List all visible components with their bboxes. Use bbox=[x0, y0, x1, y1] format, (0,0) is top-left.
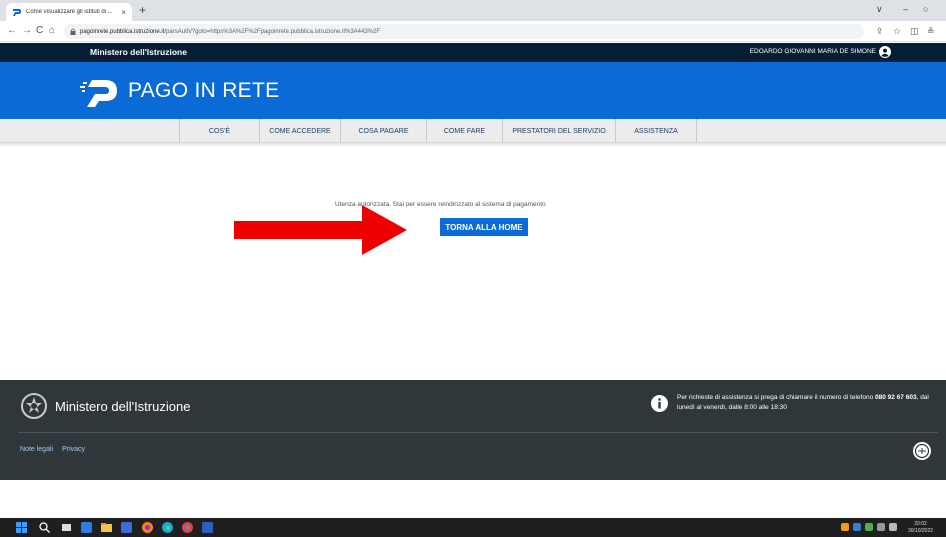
nav-item-come-fare[interactable]: COME FARE bbox=[426, 119, 502, 143]
url-path: /parsAuth/?goto=https%3A%2F%2Fpagoinrete… bbox=[164, 28, 381, 35]
search-icon[interactable] bbox=[39, 522, 50, 533]
word-icon[interactable] bbox=[202, 522, 213, 533]
taskbar-clock[interactable]: 20:02 30/10/2022 bbox=[908, 521, 933, 535]
ministry-top-bar: Ministero dell'Istruzione EDOARDO GIOVAN… bbox=[0, 43, 946, 62]
lock-icon bbox=[70, 28, 76, 35]
browser-toolbar: ← → C ⌂ pagoinrete.pubblica.istruzione.i… bbox=[0, 21, 946, 42]
chrome-icon[interactable] bbox=[182, 522, 193, 533]
nav-item-prestatori-del-servizio[interactable]: PRESTATORI DEL SERVIZIO bbox=[502, 119, 615, 143]
pago-in-rete-logo-icon[interactable] bbox=[80, 77, 120, 107]
nav-item-come-accedere[interactable]: COME ACCEDERE bbox=[259, 119, 340, 143]
clock-time: 20:02 bbox=[914, 521, 927, 527]
edge-icon[interactable] bbox=[162, 522, 173, 533]
back-to-home-button[interactable]: TORNA ALLA HOME bbox=[440, 218, 528, 236]
nav-item-assistenza[interactable]: ASSISTENZA bbox=[615, 119, 697, 143]
browser-tab-strip: Come visualizzare gli istituti di ... × … bbox=[0, 0, 946, 21]
back-icon[interactable]: ← bbox=[7, 25, 17, 36]
address-bar[interactable]: pagoinrete.pubblica.istruzione.it/parsAu… bbox=[64, 24, 864, 39]
firefox-icon[interactable] bbox=[142, 522, 153, 533]
footer-divider bbox=[18, 432, 938, 433]
red-arrow-annotation bbox=[234, 205, 407, 255]
user-account-icon[interactable] bbox=[879, 46, 891, 58]
assistance-phone: 080 92 67 603 bbox=[875, 394, 917, 401]
profile-icon[interactable]: ≗ bbox=[927, 26, 935, 37]
pagoinrete-favicon-icon bbox=[13, 9, 21, 16]
site-footer: Ministero dell'Istruzione Per richieste … bbox=[0, 380, 946, 480]
legal-notes-link[interactable]: Note legali bbox=[20, 446, 53, 453]
info-icon bbox=[651, 395, 668, 412]
url-host: pagoinrete.pubblica.istruzione.it bbox=[80, 28, 165, 35]
forward-icon[interactable]: → bbox=[22, 25, 32, 36]
brand-title[interactable]: PAGO IN RETE bbox=[128, 79, 279, 103]
tray-battery-icon[interactable] bbox=[877, 523, 885, 531]
menu-shadow bbox=[0, 143, 946, 147]
brand-header: PAGO IN RETE bbox=[0, 62, 946, 119]
tab-close-icon[interactable]: × bbox=[121, 8, 126, 17]
assistance-text: Per richieste di assistenza si prega di … bbox=[677, 394, 874, 401]
minimize-window-button[interactable]: – bbox=[903, 4, 908, 14]
browser-tab[interactable]: Come visualizzare gli istituti di ... × bbox=[6, 3, 132, 21]
os-taskbar: 20:02 30/10/2022 bbox=[0, 518, 946, 537]
reload-icon[interactable]: C bbox=[36, 25, 43, 36]
bookmark-star-icon[interactable]: ☆ bbox=[893, 26, 901, 37]
home-icon[interactable]: ⌂ bbox=[49, 25, 55, 36]
footer-links: Note legali Privacy bbox=[20, 446, 85, 453]
widgets-icon[interactable] bbox=[81, 522, 92, 533]
user-name[interactable]: EDOARDO GIOVANNI MARIA DE SIMONE bbox=[750, 48, 876, 55]
main-navigation: COS'È COME ACCEDERE COSA PAGARE COME FAR… bbox=[0, 119, 946, 143]
tray-network-icon[interactable] bbox=[865, 523, 873, 531]
window-control-button[interactable]: ○ bbox=[923, 4, 928, 14]
tab-title: Come visualizzare gli istituti di ... bbox=[26, 9, 113, 15]
url-text: pagoinrete.pubblica.istruzione.it/parsAu… bbox=[80, 29, 380, 35]
file-explorer-icon[interactable] bbox=[101, 522, 112, 533]
tab-search-icon[interactable]: ∨ bbox=[876, 4, 883, 15]
windows-start-icon[interactable] bbox=[16, 522, 27, 533]
tray-app-icon[interactable] bbox=[841, 523, 849, 531]
side-panel-icon[interactable]: ◫ bbox=[910, 26, 919, 37]
tray-volume-icon[interactable] bbox=[889, 523, 897, 531]
task-view-icon[interactable] bbox=[61, 522, 72, 533]
nav-item-cos-e[interactable]: COS'È bbox=[179, 119, 259, 143]
ministry-name[interactable]: Ministero dell'Istruzione bbox=[90, 47, 187, 57]
new-tab-button[interactable]: + bbox=[139, 3, 146, 17]
footer-ministry-name[interactable]: Ministero dell'Istruzione bbox=[55, 399, 190, 414]
assistance-info: Per richieste di assistenza si prega di … bbox=[677, 393, 941, 413]
nav-item-cosa-pagare[interactable]: COSA PAGARE bbox=[340, 119, 426, 143]
clock-date: 30/10/2022 bbox=[908, 528, 934, 534]
pagopa-badge-icon[interactable] bbox=[912, 441, 932, 461]
store-icon[interactable] bbox=[121, 522, 132, 533]
share-icon[interactable]: ⇪ bbox=[876, 26, 884, 37]
privacy-link[interactable]: Privacy bbox=[62, 446, 85, 453]
tray-language-icon[interactable] bbox=[853, 523, 861, 531]
republic-emblem-icon bbox=[21, 393, 47, 419]
